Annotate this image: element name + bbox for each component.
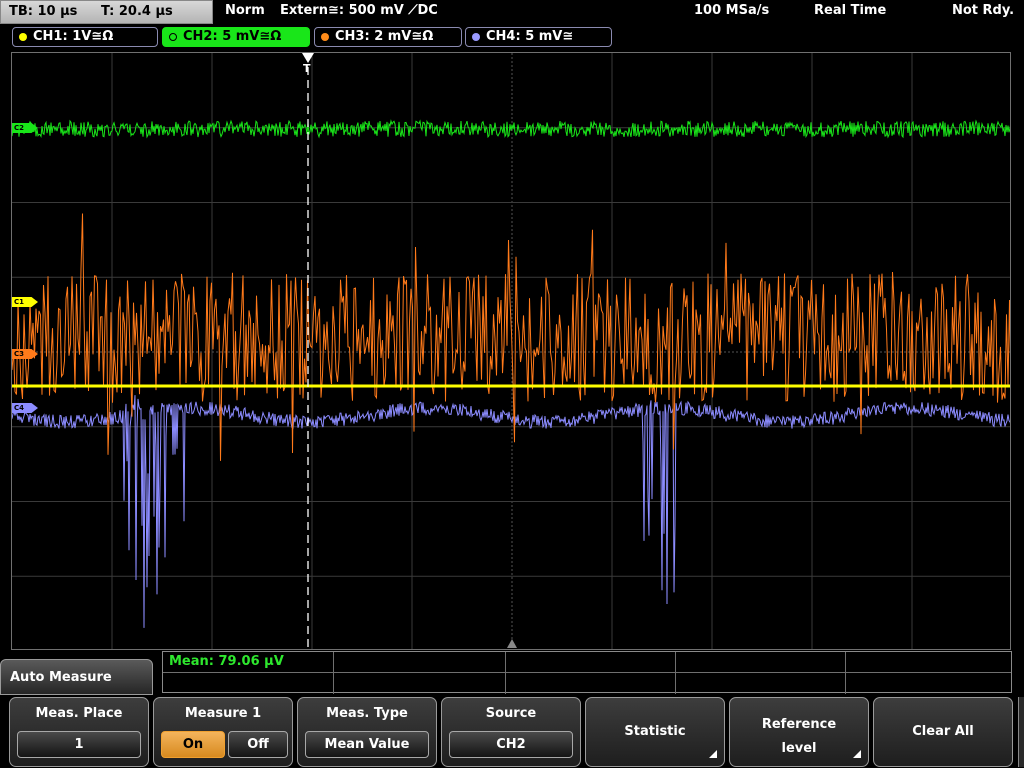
acquisition-status: Not Rdy. <box>952 3 1015 18</box>
meas-type-label: Meas. Type <box>326 706 408 721</box>
measure-off-toggle[interactable]: Off <box>228 731 288 758</box>
results-divider <box>845 652 846 694</box>
menu-title: Auto Measure <box>0 659 153 695</box>
source-label: Source <box>485 706 537 721</box>
channel-tab-label: CH2: 5 mV≅Ω <box>183 29 282 44</box>
channel-bar: CH1: 1V≅Ω CH2: 5 mV≅Ω CH3: 2 mV≅Ω CH4: 5… <box>0 24 1024 50</box>
measurement-results: Mean: 79.06 µV <box>162 651 1012 694</box>
channel-tab-label: CH1: 1V≅Ω <box>33 29 114 44</box>
menu-scroll-edge <box>1018 697 1024 767</box>
measurement-mean-value: Mean: 79.06 µV <box>169 654 284 669</box>
meas-place-softkey[interactable]: Meas. Place 1 <box>9 697 149 767</box>
channel-tab-ch4[interactable]: CH4: 5 mV≅ <box>465 27 612 47</box>
trigger-level-marker <box>507 639 517 648</box>
submenu-arrow-icon <box>853 750 861 758</box>
channel-tab-ch1[interactable]: CH1: 1V≅Ω <box>12 27 158 47</box>
measure-softkey[interactable]: Measure 1 On Off <box>153 697 293 767</box>
statistic-label: Statistic <box>624 724 686 739</box>
sample-rate: 100 MSa/s <box>694 3 770 18</box>
channel-tab-label: CH4: 5 mV≅ <box>486 29 574 44</box>
waveform-traces <box>12 67 1010 649</box>
source-softkey[interactable]: Source CH2 <box>441 697 581 767</box>
ch3-trace <box>12 213 1010 461</box>
trigger-position-readout: T: 20.4 µs <box>101 4 173 19</box>
waveform-display[interactable]: T C2 C1 C3 C4 <box>11 52 1011 650</box>
reference-label-line1: Reference <box>761 717 837 732</box>
results-divider <box>505 652 506 694</box>
status-bar: TB: 10 µs T: 20.4 µs Norm Extern≅: 500 m… <box>0 0 1024 24</box>
ch3-color-icon <box>321 33 329 41</box>
ch2-trace <box>12 119 1010 139</box>
measure-on-toggle[interactable]: On <box>161 731 225 758</box>
channel-tab-ch3[interactable]: CH3: 2 mV≅Ω <box>314 27 462 47</box>
ch1-color-icon <box>19 33 27 41</box>
meas-place-label: Meas. Place <box>35 706 123 721</box>
results-divider <box>163 672 1011 673</box>
acquisition-mode: Real Time <box>814 3 887 18</box>
statistic-softkey[interactable]: Statistic <box>585 697 725 767</box>
trigger-mode[interactable]: Norm <box>225 3 265 18</box>
measure-label: Measure 1 <box>184 706 262 721</box>
timebase-readout: TB: 10 µs <box>9 4 78 19</box>
clear-all-label: Clear All <box>912 724 974 739</box>
channel-tab-ch2[interactable]: CH2: 5 mV≅Ω <box>162 27 310 47</box>
results-divider <box>675 652 676 694</box>
ch4-color-icon <box>472 33 480 41</box>
reference-level-softkey[interactable]: Reference level <box>729 697 869 767</box>
meas-place-value[interactable]: 1 <box>17 731 141 758</box>
reference-label-line2: level <box>781 741 817 756</box>
trigger-position-label: T <box>303 62 311 75</box>
results-divider <box>333 652 334 694</box>
meas-type-softkey[interactable]: Meas. Type Mean Value <box>297 697 437 767</box>
clear-all-softkey[interactable]: Clear All <box>873 697 1013 767</box>
trigger-source[interactable]: Extern≅: 500 mV ⟋DC <box>280 3 438 18</box>
timebase-box[interactable]: TB: 10 µs T: 20.4 µs <box>0 0 213 24</box>
meas-type-value[interactable]: Mean Value <box>305 731 429 758</box>
submenu-arrow-icon <box>709 750 717 758</box>
ch2-color-icon <box>169 33 177 41</box>
channel-tab-label: CH3: 2 mV≅Ω <box>335 29 434 44</box>
source-value[interactable]: CH2 <box>449 731 573 758</box>
